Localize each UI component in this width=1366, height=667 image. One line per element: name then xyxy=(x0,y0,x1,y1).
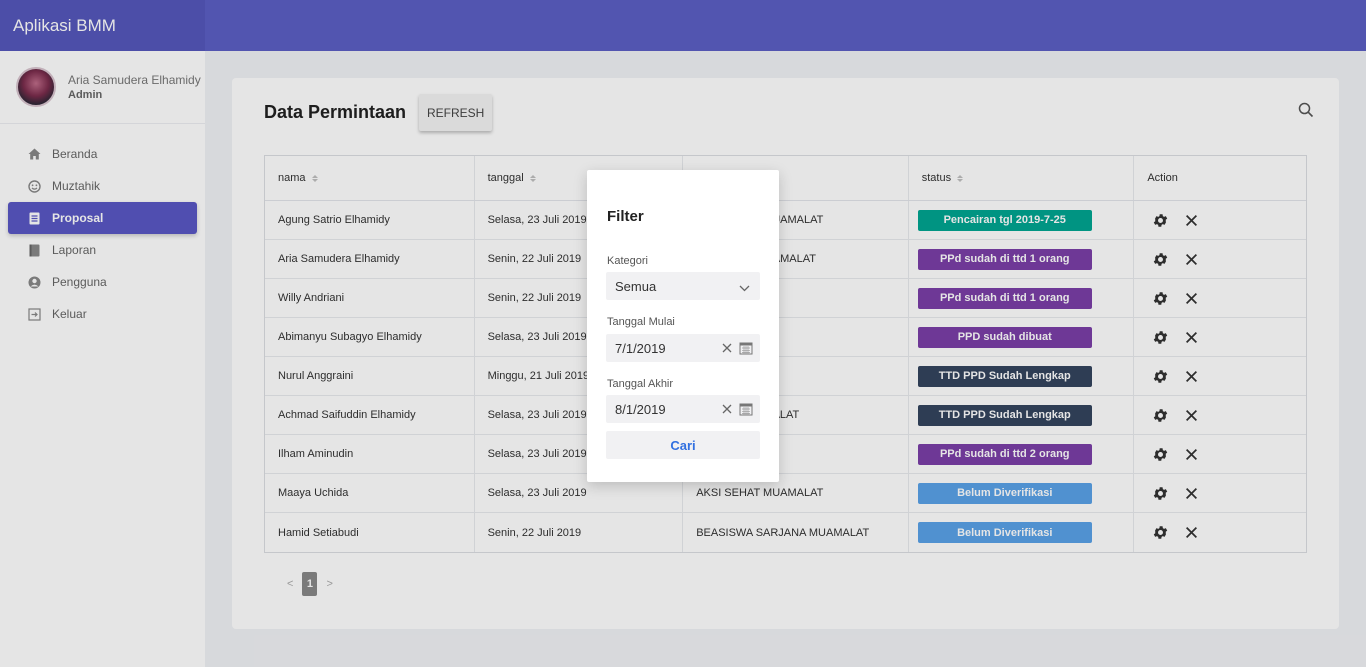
kategori-select[interactable]: Semua xyxy=(606,272,760,300)
calendar-icon[interactable] xyxy=(739,402,753,416)
cari-button[interactable]: Cari xyxy=(606,431,760,459)
tanggal-akhir-field[interactable]: 8/1/2019 xyxy=(606,395,760,423)
calendar-icon[interactable] xyxy=(739,341,753,355)
clear-icon[interactable] xyxy=(721,402,733,416)
chevron-down-icon xyxy=(739,281,750,292)
kategori-value: Semua xyxy=(615,278,657,294)
tanggal-mulai-value: 7/1/2019 xyxy=(615,340,666,356)
tanggal-mulai-field[interactable]: 7/1/2019 xyxy=(606,334,760,362)
tanggal-akhir-label: Tanggal Akhir xyxy=(607,378,674,390)
kategori-label: Kategori xyxy=(607,255,648,267)
filter-dialog: Filter Kategori Semua Tanggal Mulai 7/1/… xyxy=(587,170,779,482)
clear-icon[interactable] xyxy=(721,341,733,355)
filter-title: Filter xyxy=(607,208,644,225)
tanggal-akhir-value: 8/1/2019 xyxy=(615,401,666,417)
tanggal-mulai-label: Tanggal Mulai xyxy=(607,316,675,328)
